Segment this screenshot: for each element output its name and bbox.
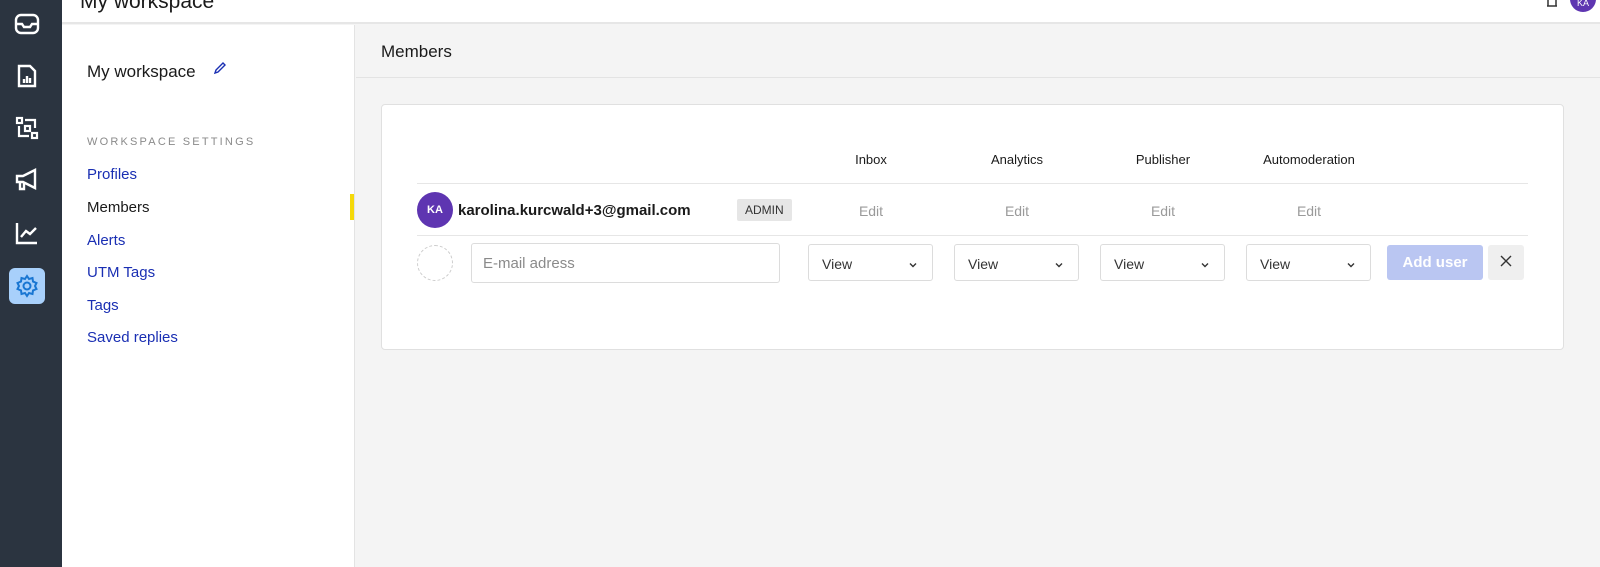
members-card: Inbox Analytics Publisher Automoderation… — [381, 104, 1564, 350]
avatar: KA — [417, 192, 453, 228]
edit-publisher[interactable]: Edit — [1103, 203, 1223, 219]
divider — [417, 183, 1528, 184]
member-email: karolina.kurcwald+3@gmail.com — [458, 202, 691, 219]
column-header: Inbox — [855, 152, 887, 167]
role-badge: ADMIN — [737, 199, 792, 221]
app-rail — [0, 0, 62, 567]
email-input[interactable] — [471, 243, 780, 283]
edit-inbox[interactable]: Edit — [811, 203, 931, 219]
select-value: View — [1114, 256, 1145, 272]
page-title: Members — [381, 42, 452, 61]
pencil-icon[interactable] — [213, 61, 227, 80]
chevron-down-icon — [1054, 257, 1064, 273]
chart-icon[interactable] — [9, 215, 45, 251]
nav-utm-tags[interactable]: UTM Tags — [87, 264, 155, 281]
divider — [417, 235, 1528, 236]
publisher-permission-select[interactable]: View — [1100, 244, 1225, 281]
bell-icon[interactable] — [1544, 0, 1560, 15]
section-heading: WORKSPACE SETTINGS — [87, 136, 256, 148]
workspace-switcher[interactable]: My workspace — [80, 0, 214, 14]
close-icon — [1500, 254, 1512, 272]
column-header: Analytics — [990, 152, 1044, 167]
nav-alerts[interactable]: Alerts — [87, 232, 125, 249]
settings-sidebar: My workspace WORKSPACE SETTINGS Profiles… — [62, 25, 355, 567]
chevron-down-icon — [1346, 257, 1356, 273]
workspace-name: My workspace — [87, 62, 196, 81]
nav-saved-replies[interactable]: Saved replies — [87, 329, 178, 346]
nav-profiles[interactable]: Profiles — [87, 166, 137, 183]
avatar-placeholder — [417, 245, 453, 281]
user-avatar[interactable]: KA — [1570, 0, 1596, 12]
add-user-button[interactable]: Add user — [1387, 245, 1483, 280]
column-header: Automoderation — [1263, 152, 1355, 167]
automoderation-permission-select[interactable]: View — [1246, 244, 1371, 281]
analytics-permission-select[interactable]: View — [954, 244, 1079, 281]
page-header: Members — [356, 25, 1600, 78]
report-icon[interactable] — [9, 58, 45, 94]
edit-analytics[interactable]: Edit — [957, 203, 1077, 219]
top-bar: My workspace KA — [62, 0, 1600, 24]
inbox-icon[interactable] — [9, 6, 45, 42]
chevron-down-icon — [1200, 257, 1210, 273]
megaphone-icon[interactable] — [9, 162, 45, 198]
inbox-permission-select[interactable]: View — [808, 244, 933, 281]
edit-automoderation[interactable]: Edit — [1249, 203, 1369, 219]
gear-icon[interactable] — [9, 268, 45, 304]
nav-members[interactable]: Members — [87, 199, 150, 216]
select-value: View — [822, 256, 853, 272]
active-marker — [350, 194, 354, 220]
flow-icon[interactable] — [9, 110, 45, 146]
select-value: View — [1260, 256, 1291, 272]
select-value: View — [968, 256, 999, 272]
chevron-down-icon — [908, 257, 918, 273]
column-header: Publisher — [1135, 152, 1191, 167]
cancel-button[interactable] — [1488, 245, 1524, 280]
nav-tags[interactable]: Tags — [87, 297, 119, 314]
